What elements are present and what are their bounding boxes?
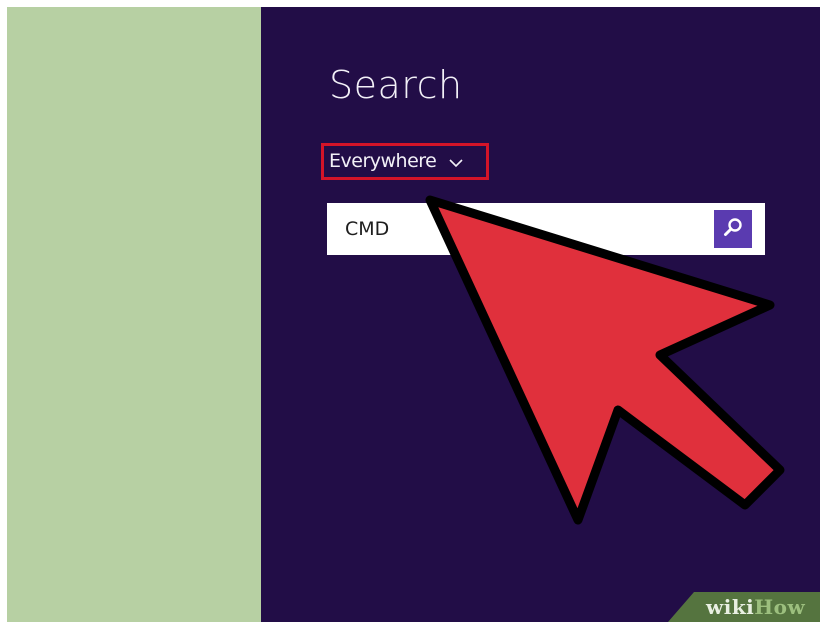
search-charm-title: Search (329, 63, 463, 107)
search-submit-button[interactable] (714, 210, 752, 248)
search-scope-label: Everywhere (329, 150, 437, 172)
watermark-text: wikiHow (706, 595, 806, 619)
chevron-down-icon (448, 156, 464, 168)
search-input[interactable] (327, 203, 713, 255)
screenshot-frame: Search Everywhere wikiHow (0, 0, 820, 622)
search-scope-dropdown[interactable]: Everywhere (321, 143, 489, 180)
start-screen-background (7, 7, 261, 622)
magnifier-icon (722, 216, 744, 243)
wikihow-watermark: wikiHow (668, 592, 820, 622)
search-box (327, 203, 765, 255)
